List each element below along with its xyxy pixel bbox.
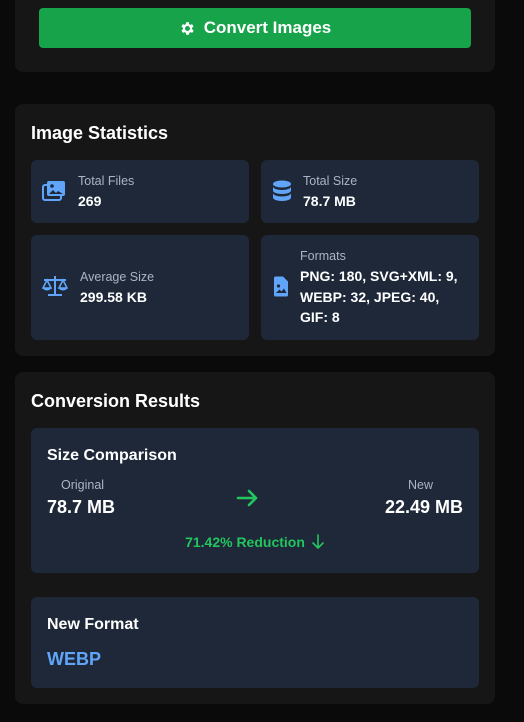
new-format-value: WEBP	[47, 649, 101, 669]
new-label: New	[407, 478, 433, 492]
total-files-value: 269	[78, 193, 102, 209]
convert-panel: Convert Images	[15, 0, 495, 72]
formats-card: Formats PNG: 180, SVG+XML: 9, WEBP: 32, …	[261, 235, 479, 340]
convert-images-button[interactable]: Convert Images	[39, 8, 471, 48]
average-size-label: Average Size	[80, 270, 155, 284]
formats-line: PNG: 180, SVG+XML: 9,	[300, 268, 458, 284]
image-file-icon	[274, 276, 288, 297]
database-icon	[273, 180, 291, 201]
image-statistics-panel: Image Statistics Total Files 269 Total S…	[15, 104, 495, 356]
conversion-results-panel: Conversion Results Size Comparison Origi…	[15, 372, 495, 704]
original-label: Original	[61, 478, 105, 492]
arrow-right-icon	[236, 489, 258, 507]
new-size-value: 22.49 MB	[384, 497, 463, 517]
convert-button-label: Convert Images	[203, 18, 332, 37]
formats-value: PNG: 180, SVG+XML: 9, WEBP: 32, JPEG: 40…	[300, 266, 458, 328]
reduction-text: 71.42% Reduction	[185, 534, 305, 550]
total-files-card: Total Files 269	[31, 160, 249, 223]
new-format-card: New Format WEBP	[31, 597, 479, 688]
new-format-title: New Format	[47, 616, 139, 633]
formats-line: WEBP: 32, JPEG: 40,	[300, 288, 440, 305]
statistics-title: Image Statistics	[31, 123, 169, 143]
total-size-value: 78.7 MB	[303, 193, 356, 209]
images-icon	[42, 181, 65, 201]
balance-scale-icon	[42, 276, 68, 296]
results-title: Conversion Results	[31, 391, 201, 411]
formats-line: GIF: 8	[300, 309, 340, 325]
total-files-label: Total Files	[78, 174, 135, 188]
average-size-card: Average Size 299.58 KB	[31, 235, 249, 340]
total-size-label: Total Size	[303, 174, 358, 188]
size-comparison-card: Size Comparison Original 78.7 MB New 22.…	[31, 428, 479, 573]
formats-label: Formats	[300, 249, 346, 263]
original-size-value: 78.7 MB	[47, 497, 116, 517]
arrow-down-icon	[312, 534, 324, 549]
gear-icon	[181, 21, 194, 35]
reduction-indicator: 71.42% Reduction	[31, 534, 479, 550]
size-comparison-title: Size Comparison	[47, 447, 177, 464]
average-size-value: 299.58 KB	[80, 289, 147, 305]
total-size-card: Total Size 78.7 MB	[261, 160, 479, 223]
